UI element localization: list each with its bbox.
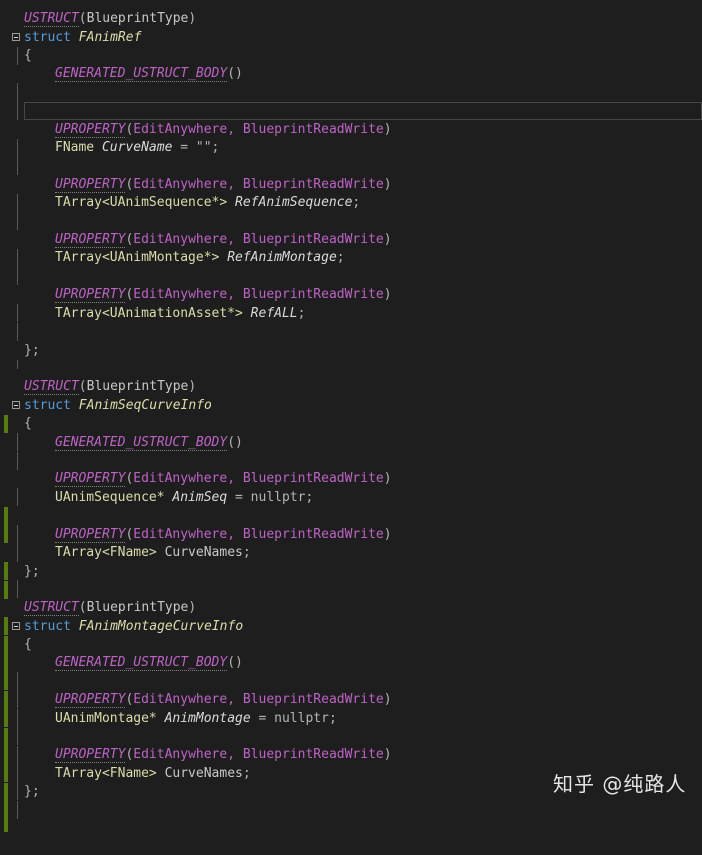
code-line: struct FAnimMontageCurveInfo (0, 618, 702, 654)
code-line (0, 728, 702, 782)
field-type: FName (55, 140, 95, 155)
field-name: CurveNames (164, 766, 243, 781)
field-name: RefALL (250, 306, 298, 321)
code-line (0, 673, 702, 727)
code-line: UPROPERTY(EditAnywhere, BlueprintReadWri… (0, 526, 702, 562)
ustruct-macro: USTRUCT (24, 379, 79, 395)
code-line: USTRUCT(BlueprintType) (24, 11, 197, 27)
change-marker (4, 581, 8, 599)
ustruct-arg: BlueprintType (86, 11, 189, 26)
field-type: TArray<FName> (55, 545, 157, 560)
collapse-icon[interactable] (12, 33, 20, 41)
uproperty-args: EditAnywhere, BlueprintReadWrite (133, 527, 384, 542)
uproperty-macro: UPROPERTY (55, 287, 126, 303)
code-line: UPROPERTY(EditAnywhere, BlueprintReadWri… (0, 746, 702, 800)
code-line (0, 801, 702, 832)
field-suffix: = nullptr; (250, 711, 337, 726)
code-line (0, 84, 702, 102)
ustruct-arg: BlueprintType (86, 379, 189, 394)
collapse-icon[interactable] (12, 622, 20, 630)
field-name: CurveNames (164, 545, 243, 560)
code-line: GENERATED_USTRUCT_BODY() (0, 654, 702, 708)
code-line: UPROPERTY(EditAnywhere, BlueprintReadWri… (0, 691, 702, 745)
field-type: TArray<UAnimationAsset*> (55, 306, 243, 321)
struct-keyword: struct (24, 619, 71, 634)
code-line: struct FAnimRef (0, 29, 702, 47)
code-line: }; (0, 563, 702, 599)
field-name: RefAnimSequence (235, 195, 353, 210)
code-line: UPROPERTY(EditAnywhere, BlueprintReadWri… (0, 121, 702, 157)
field-suffix: ; (242, 766, 251, 781)
field-name: CurveName (101, 140, 173, 155)
field-suffix: = nullptr; (227, 490, 314, 505)
struct-name: FAnimMontageCurveInfo (78, 619, 244, 634)
code-line (0, 323, 702, 341)
field-suffix: ; (297, 306, 306, 321)
field-suffix: ; (352, 195, 361, 210)
uproperty-args: EditAnywhere, BlueprintReadWrite (133, 122, 384, 137)
code-line: USTRUCT(BlueprintType) (24, 379, 197, 395)
uproperty-macro: UPROPERTY (55, 471, 126, 487)
uproperty-args: EditAnywhere, BlueprintReadWrite (133, 232, 384, 247)
ustruct-macro: USTRUCT (24, 11, 79, 27)
struct-keyword: struct (24, 398, 71, 413)
code-line: { (0, 636, 702, 690)
change-marker (4, 819, 8, 832)
struct-name: FAnimRef (78, 30, 142, 45)
code-line: UPROPERTY(EditAnywhere, BlueprintReadWri… (0, 286, 702, 322)
code-line: UAnimSequence* AnimSeq = nullptr; (0, 489, 702, 543)
field-type: UAnimSequence* (55, 490, 165, 505)
field-name: RefAnimMontage (227, 250, 337, 265)
code-line: UAnimMontage* AnimMontage = nullptr; (0, 710, 702, 764)
uproperty-args: EditAnywhere, BlueprintReadWrite (133, 692, 384, 707)
ustruct-arg: BlueprintType (86, 600, 189, 615)
code-line: UPROPERTY(EditAnywhere, BlueprintReadWri… (0, 231, 702, 267)
generated-body-macro: GENERATED_USTRUCT_BODY (55, 435, 228, 451)
generated-body-macro: GENERATED_USTRUCT_BODY (55, 66, 228, 82)
code-line: TArray<FName> CurveNames; (0, 544, 702, 598)
uproperty-args: EditAnywhere, BlueprintReadWrite (133, 177, 384, 192)
code-editor[interactable]: USTRUCT(BlueprintType) struct FAnimRef {… (0, 0, 702, 832)
code-line: }; (0, 342, 702, 369)
collapse-icon[interactable] (12, 401, 20, 409)
uproperty-args: EditAnywhere, BlueprintReadWrite (133, 471, 384, 486)
field-type: UAnimMontage* (55, 711, 157, 726)
field-type: TArray<UAnimSequence*> (55, 195, 228, 210)
code-line (0, 102, 702, 120)
code-line: TArray<UAnimMontage*> RefAnimMontage; (0, 249, 702, 285)
uproperty-macro: UPROPERTY (55, 177, 126, 193)
code-line: UPROPERTY(EditAnywhere, BlueprintReadWri… (0, 176, 702, 212)
code-line: FName CurveName = ""; (0, 139, 702, 175)
code-line (0, 452, 702, 470)
watermark: 知乎 @纯路人 (553, 772, 687, 796)
uproperty-macro: UPROPERTY (55, 747, 126, 763)
code-line: USTRUCT(BlueprintType) (0, 599, 702, 635)
code-line (0, 507, 702, 561)
field-name: AnimMontage (164, 711, 251, 726)
uproperty-args: EditAnywhere, BlueprintReadWrite (133, 287, 384, 302)
code-line: struct FAnimSeqCurveInfo (0, 397, 702, 433)
uproperty-macro: UPROPERTY (55, 122, 126, 138)
struct-keyword: struct (24, 30, 71, 45)
struct-name: FAnimSeqCurveInfo (78, 398, 212, 413)
uproperty-args: EditAnywhere, BlueprintReadWrite (133, 747, 384, 762)
field-name: AnimSeq (172, 490, 228, 505)
field-suffix: ; (242, 545, 251, 560)
field-type: TArray<UAnimMontage*> (55, 250, 220, 265)
field-suffix: ; (336, 250, 345, 265)
code-line: UPROPERTY(EditAnywhere, BlueprintReadWri… (0, 470, 702, 506)
code-line: { (0, 47, 702, 65)
code-line: GENERATED_USTRUCT_BODY() (0, 65, 702, 101)
code-line: { (0, 415, 702, 451)
ustruct-macro: USTRUCT (24, 600, 79, 616)
uproperty-macro: UPROPERTY (55, 232, 126, 248)
field-suffix: = ""; (172, 140, 220, 155)
code-line: TArray<UAnimSequence*> RefAnimSequence; (0, 194, 702, 230)
uproperty-macro: UPROPERTY (55, 692, 126, 708)
generated-body-macro: GENERATED_USTRUCT_BODY (55, 655, 228, 671)
uproperty-macro: UPROPERTY (55, 527, 126, 543)
code-line: GENERATED_USTRUCT_BODY() (0, 434, 702, 470)
field-type: TArray<FName> (55, 766, 157, 781)
code-line: TArray<UAnimationAsset*> RefALL; (0, 305, 702, 341)
